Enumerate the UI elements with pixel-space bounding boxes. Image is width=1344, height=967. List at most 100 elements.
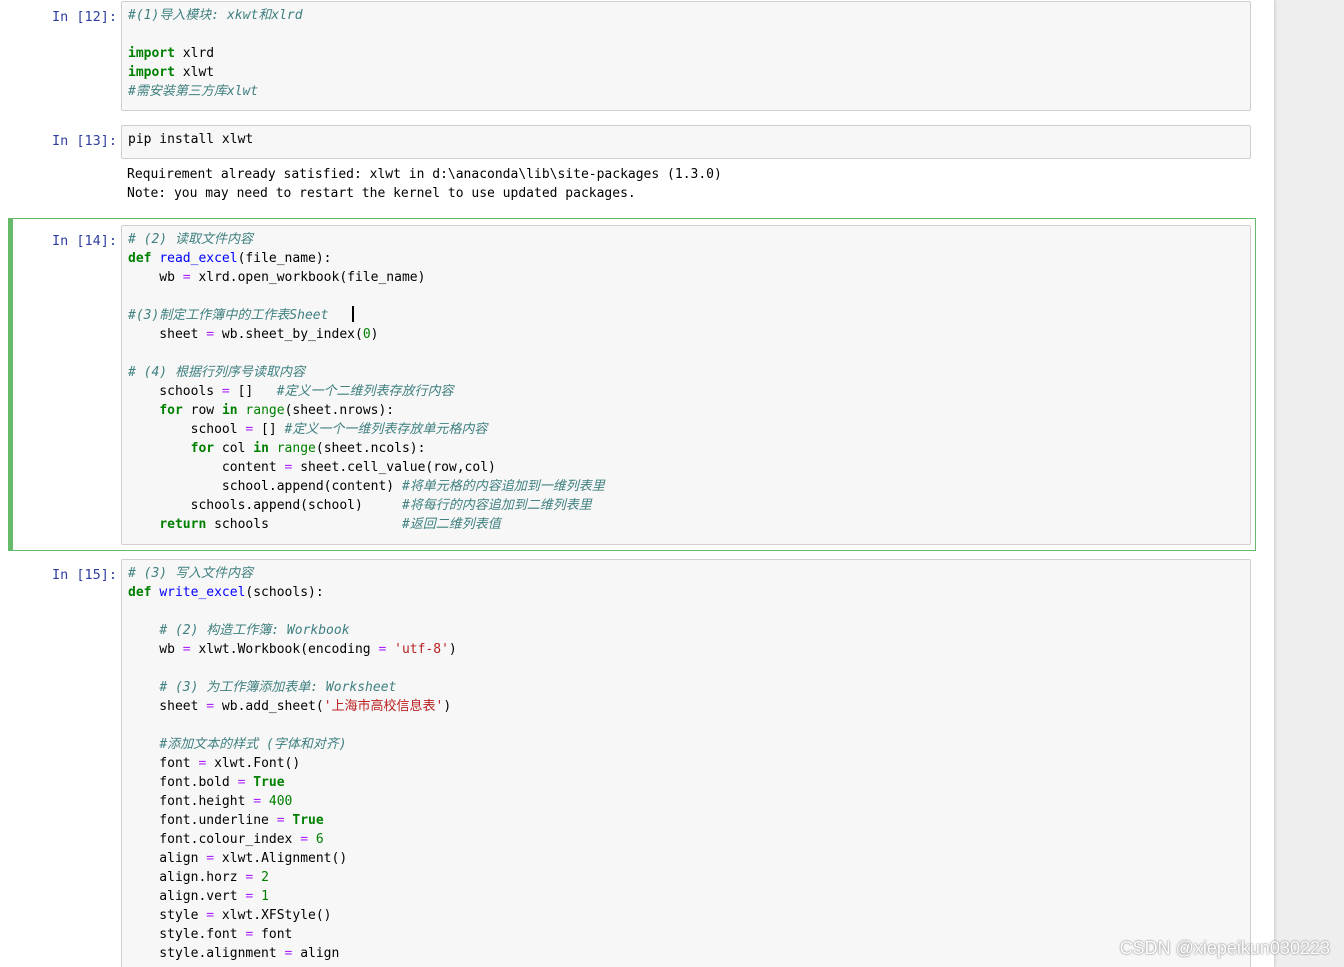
code-text: content [128,460,285,475]
output-line: Note: you may need to restart the kernel… [127,186,636,201]
code-text: style.font [128,927,246,942]
output-line: Requirement already satisfied: xlwt in d… [127,167,722,182]
code-text: font [253,927,293,942]
code-operator: = [253,794,262,809]
code-operator: = [206,327,215,342]
code-string: 'utf-8' [394,642,449,657]
code-cell[interactable]: In [15]: # (3) 写入文件内容 def write_excel(sch… [8,558,1256,967]
cell-output: Requirement already satisfied: xlwt in d… [127,165,1247,203]
code-line: wb = xlwt.Workbook(encoding = 'utf-8') [128,640,1244,659]
code-text: align [128,851,207,866]
code-line: schools.append(school) #将每行的内容追加到二维列表里 [128,496,1244,515]
code-text: xlwt.Font() [206,756,301,771]
code-line: font.bold = True [128,773,1244,792]
code-line: style.alignment = align [128,944,1244,963]
code-text: style [128,908,207,923]
code-keyword: return [159,517,207,532]
code-text: font.height [128,794,254,809]
cell-prompt: In [12]: [51,9,117,25]
code-body: pip install xlwt [128,130,1244,149]
code-operator: = [206,908,215,923]
code-line: font.underline = True [128,811,1244,830]
code-comment: #定义一个一维列表存放单元格内容 [284,422,488,437]
code-builtin: range [276,441,316,456]
code-function-name: write_excel [159,585,246,600]
code-keyword: True [253,775,285,790]
code-operator: = [300,832,309,847]
code-line: # (2) 读取文件内容 [128,230,1244,249]
code-line: font = xlwt.Font() [128,754,1244,773]
code-keyword: import [128,46,175,61]
cell-prompt: In [14]: [51,233,117,249]
code-keyword: in [253,441,269,456]
code-input[interactable]: # (3) 写入文件内容 def write_excel(schools): # … [121,559,1251,967]
code-text: wb [128,642,183,657]
code-text: row [182,403,222,418]
code-input[interactable]: pip install xlwt [121,125,1251,159]
code-text: font.underline [128,813,277,828]
code-text: school [128,422,246,437]
code-line: #(3)制定工作簿中的工作表Sheet [128,306,1244,325]
code-function-name: read_excel [159,251,238,266]
code-body: # (2) 读取文件内容 def read_excel(file_name): w… [128,230,1244,534]
code-comment: #将单元格的内容追加到一维列表里 [401,479,605,494]
code-cell[interactable]: In [13]: pip install xlwt Requirement al… [8,124,1256,212]
code-input[interactable]: #(1)导入模块: xkwt和xlrd import xlrd import xlw… [121,1,1251,111]
code-text: xlwt [174,65,215,80]
code-text: col [214,441,254,456]
code-keyword: for [190,441,215,456]
code-text: font.bold [128,775,238,790]
code-text: ) [443,699,452,714]
code-operator: = [182,642,191,657]
watermark: CSDN @xiepeikun030223 [1119,938,1330,958]
code-line: #添加文本的样式 (字体和对齐) [128,735,1244,754]
code-text: wb.sheet_by_index( [214,327,363,342]
code-text: [] [229,384,277,399]
code-line: align.vert = 1 [128,887,1244,906]
code-text: font.colour_index [128,832,301,847]
code-body: # (3) 写入文件内容 def write_excel(schools): # … [128,564,1244,963]
code-keyword: in [221,403,238,418]
code-line: school.append(content) #将单元格的内容追加到一维列表里 [128,477,1244,496]
code-line: font.colour_index = 6 [128,830,1244,849]
code-number: 1 [261,889,269,904]
code-text: ) [448,642,457,657]
code-line: for col in range(sheet.ncols): [128,439,1244,458]
code-string: '上海市高校信息表' [323,699,444,714]
code-cell-selected[interactable]: In [14]: # (2) 读取文件内容 def read_excel(file… [8,218,1256,551]
code-line: wb = xlrd.open_workbook(file_name) [128,268,1244,287]
code-text: schools [206,517,402,532]
code-builtin: range [245,403,285,418]
code-operator: = [206,699,215,714]
code-cell[interactable]: In [12]: #(1)导入模块: xkwt和xlrd import xlrd i… [8,0,1256,112]
code-line: align = xlwt.Alignment() [128,849,1244,868]
code-text: schools.append(school) [128,498,402,513]
code-text: (sheet.nrows): [284,403,395,418]
code-text: xlwt.Workbook(encoding [190,642,379,657]
code-text: xlrd [174,46,215,61]
code-line: #需安装第三方库xlwt [128,82,1244,101]
code-line: import xlrd [128,44,1244,63]
code-input[interactable]: # (2) 读取文件内容 def read_excel(file_name): w… [121,225,1251,545]
code-text: wb [128,270,183,285]
text-cursor [351,306,354,322]
code-text: (sheet.ncols): [315,441,426,456]
code-line: # (2) 构造工作簿: Workbook [128,621,1244,640]
code-number: 6 [315,832,324,847]
code-body: #(1)导入模块: xkwt和xlrd import xlrd import xlw… [128,6,1244,101]
code-line: school = [] #定义一个一维列表存放单元格内容 [128,420,1244,439]
code-text: wb.add_sheet( [214,699,324,714]
